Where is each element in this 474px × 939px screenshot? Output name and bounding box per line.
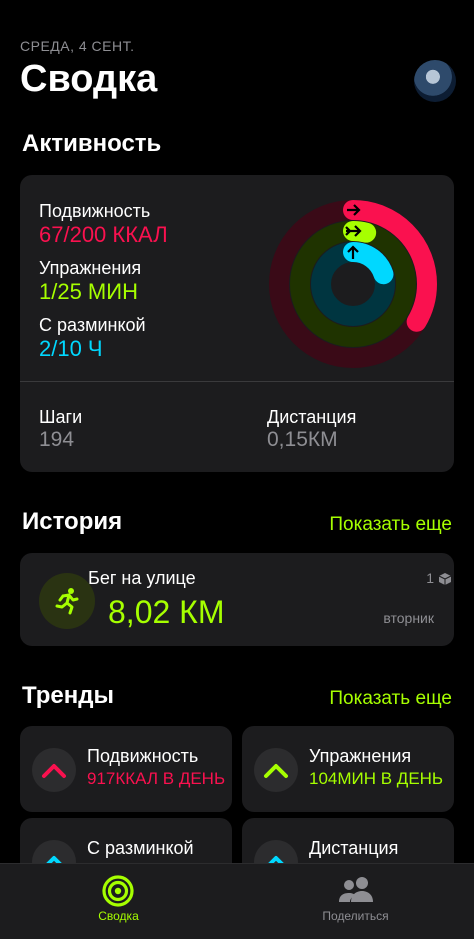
activity-card[interactable]: Подвижность 67/200 ККАЛ Упражнения 1/25 …	[20, 175, 454, 472]
trend-name: С разминкой	[87, 838, 194, 858]
stand-label: С разминкой	[39, 315, 146, 335]
exercise-label: Упражнения	[39, 258, 142, 278]
trend-name: Дистанция	[309, 838, 399, 858]
steps-label: Шаги	[39, 407, 83, 427]
move-value: 67/200 ККАЛ	[39, 222, 168, 247]
tab-summary-label: Сводка	[98, 909, 139, 923]
trend-card-move[interactable]: Подвижность 917ККАЛ В ДЕНЬ	[20, 726, 232, 812]
distance-label: Дистанция	[267, 407, 357, 427]
activity-section-title: Активность	[22, 130, 162, 157]
trends-show-more-link[interactable]: Показать еще	[329, 688, 452, 710]
cube-icon	[438, 573, 452, 585]
distance-value: 0,15КМ	[267, 428, 338, 451]
tab-sharing-label: Поделиться	[322, 909, 389, 923]
trend-card-exercise[interactable]: Упражнения 104МИН В ДЕНЬ	[242, 726, 454, 812]
trend-value: 104МИН В ДЕНЬ	[309, 769, 444, 788]
move-label: Подвижность	[39, 201, 151, 221]
workout-count: 1	[426, 570, 434, 586]
trend-up-icon	[32, 748, 76, 792]
tab-summary[interactable]: Сводка	[0, 864, 237, 939]
rings-icon	[102, 875, 134, 907]
running-icon	[39, 573, 95, 629]
workout-name: Бег на улице	[88, 568, 196, 588]
activity-rings	[269, 200, 437, 368]
page-title: Сводка	[20, 58, 158, 100]
history-section-title: История	[22, 508, 123, 535]
trend-name: Упражнения	[309, 746, 412, 766]
steps-value: 194	[39, 428, 75, 451]
workout-day: вторник	[383, 610, 434, 626]
trend-up-icon	[254, 748, 298, 792]
workout-distance: 8,02 КМ	[108, 594, 225, 630]
trends-section-title: Тренды	[22, 682, 114, 709]
workout-card[interactable]	[20, 553, 454, 646]
tab-sharing[interactable]: Поделиться	[237, 864, 474, 939]
people-icon	[339, 877, 373, 902]
history-show-more-link[interactable]: Показать еще	[329, 514, 452, 536]
activity-divider	[20, 381, 454, 382]
stand-value: 2/10 Ч	[39, 336, 103, 361]
trend-value: 917ККАЛ В ДЕНЬ	[87, 769, 226, 788]
date-label: СРЕДА, 4 СЕНТ.	[20, 38, 135, 54]
trend-name: Подвижность	[87, 746, 199, 766]
avatar[interactable]	[414, 60, 456, 102]
tab-bar: Сводка Поделиться	[0, 863, 474, 939]
exercise-value: 1/25 МИН	[39, 279, 138, 304]
